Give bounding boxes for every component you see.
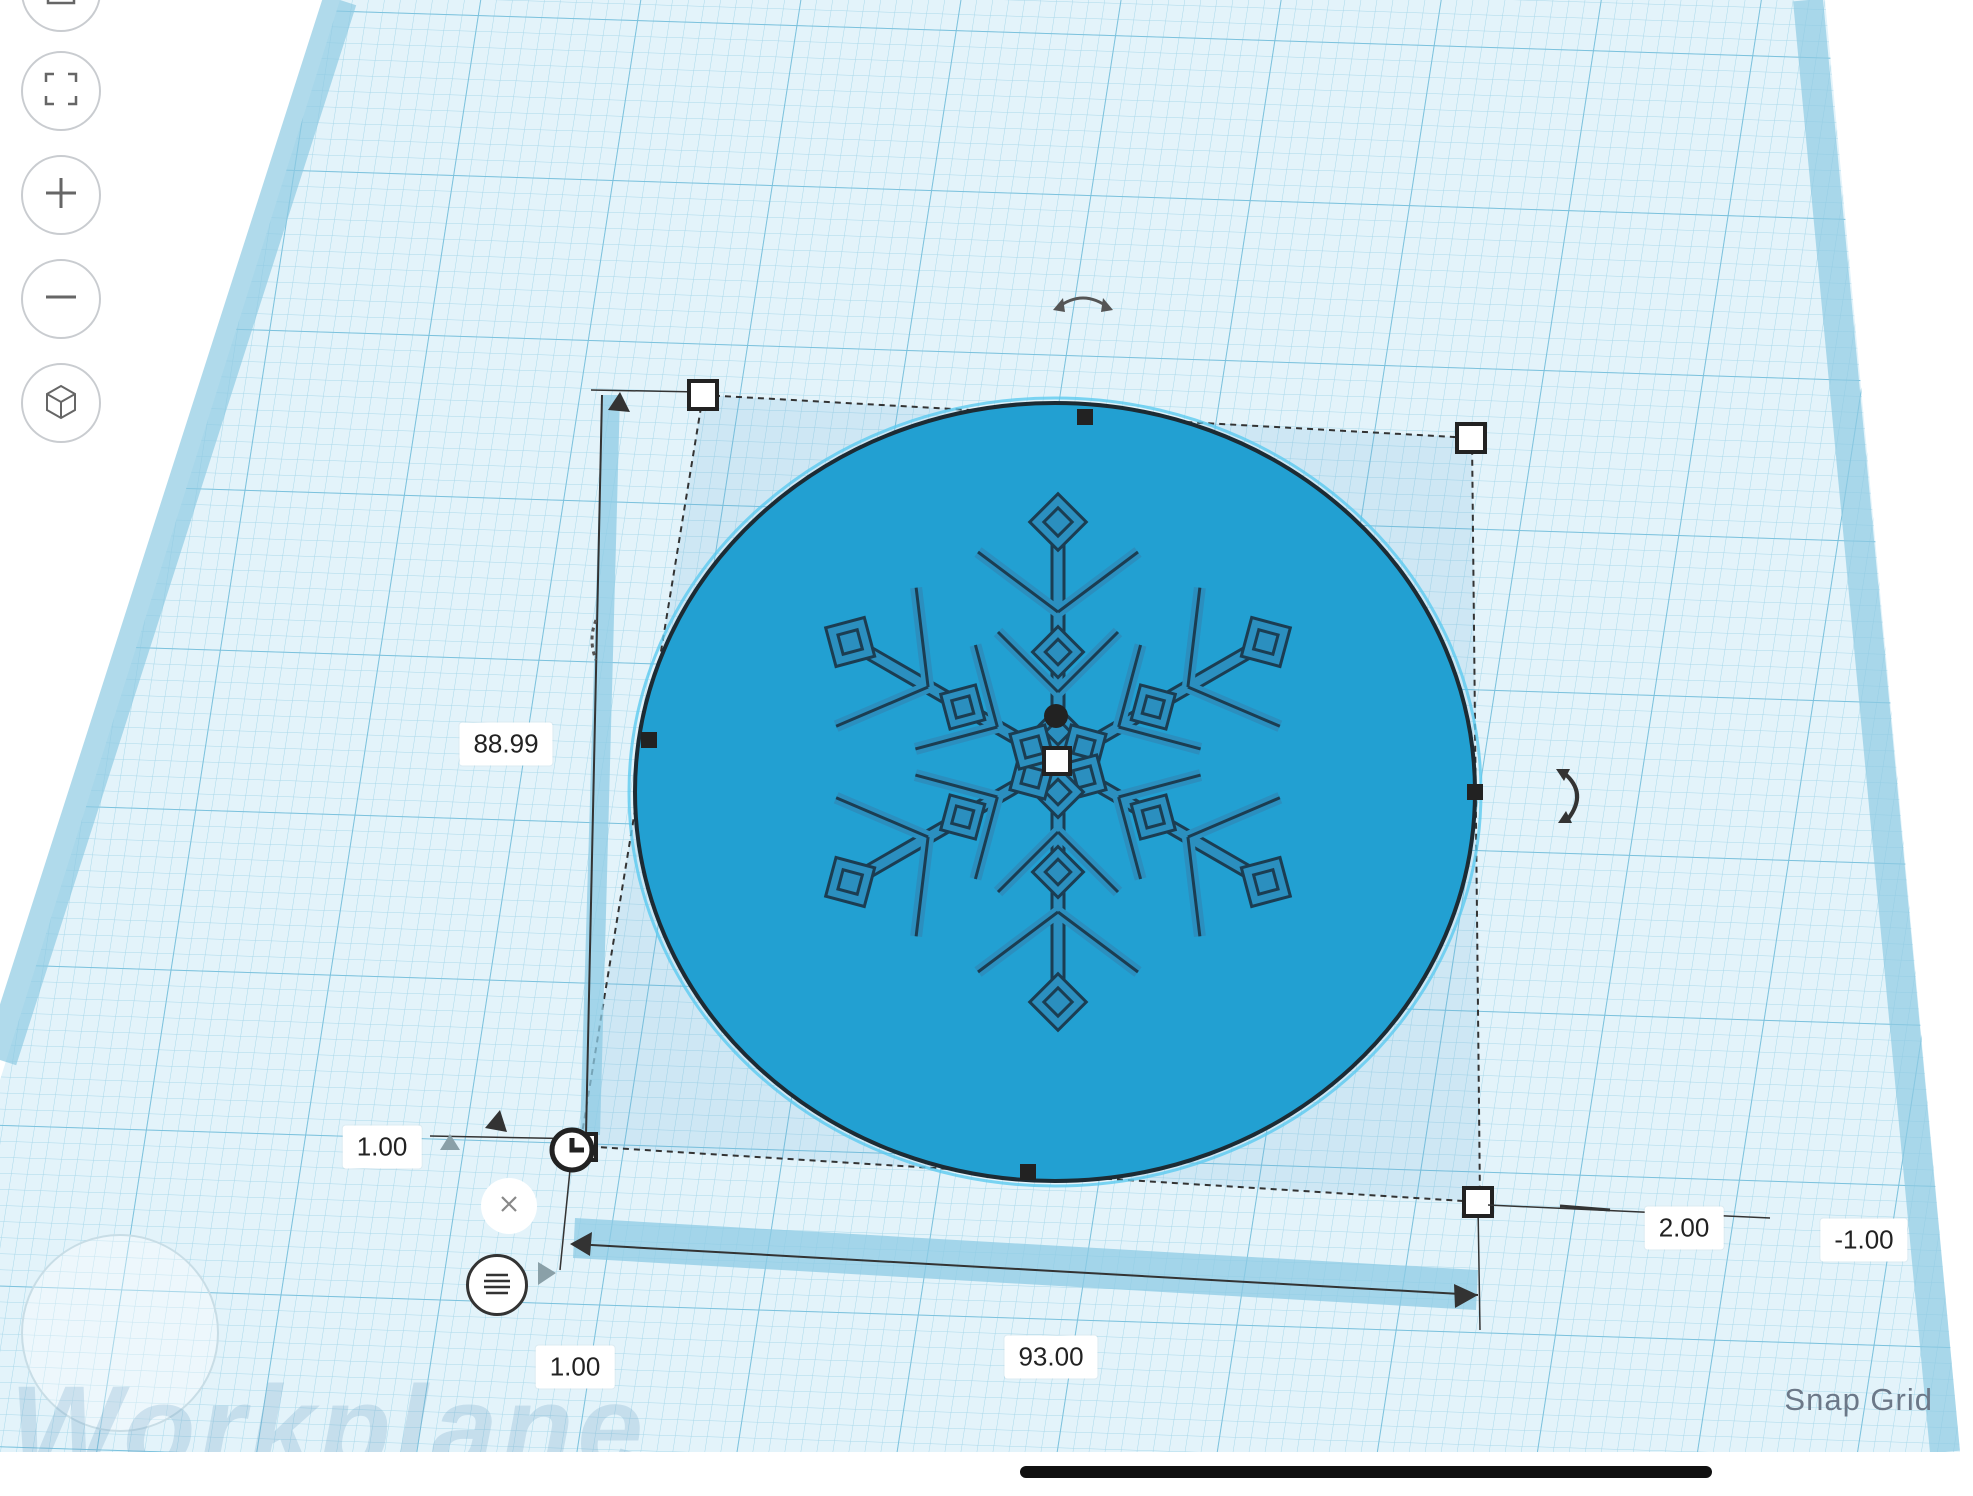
corner-handle-top-left[interactable]: [687, 379, 719, 411]
offset-x-label[interactable]: 1.00: [342, 1125, 422, 1169]
home-icon: [38, 0, 84, 18]
menu-button[interactable]: [466, 1254, 528, 1316]
home-indicator[interactable]: [1020, 1466, 1712, 1478]
edge-handle-right[interactable]: [1467, 784, 1483, 800]
corner-handle-bottom-right[interactable]: [1462, 1186, 1494, 1218]
snap-origin-icon[interactable]: [549, 1127, 595, 1173]
offset-y-label[interactable]: 1.00: [535, 1345, 615, 1389]
close-selection-button[interactable]: [481, 1178, 537, 1234]
height-handle[interactable]: [1044, 704, 1068, 728]
minus-icon: [38, 274, 84, 325]
center-handle[interactable]: [1042, 746, 1072, 776]
menu-icon: [480, 1266, 514, 1305]
view-orbit-ring[interactable]: [21, 1234, 219, 1432]
perspective-toggle-button[interactable]: [21, 363, 101, 443]
corner-handle-top-right[interactable]: [1455, 422, 1487, 454]
width-label[interactable]: 93.00: [1004, 1335, 1098, 1379]
close-icon: [497, 1192, 521, 1221]
workplane-canvas[interactable]: [0, 0, 1973, 1494]
height-label[interactable]: 2.00: [1644, 1206, 1724, 1250]
edge-handle-top[interactable]: [1077, 409, 1093, 425]
fit-all-icon: [38, 66, 84, 117]
zoom-out-button[interactable]: [21, 259, 101, 339]
edge-handle-bottom[interactable]: [1020, 1164, 1036, 1180]
edge-handle-left[interactable]: [641, 732, 657, 748]
zoom-in-button[interactable]: [21, 155, 101, 235]
elevation-label[interactable]: -1.00: [1820, 1218, 1908, 1262]
plus-icon: [38, 170, 84, 221]
snap-grid-label[interactable]: Snap Grid: [1784, 1382, 1933, 1418]
length-label[interactable]: 88.99: [459, 722, 553, 766]
cube-icon: [38, 378, 84, 429]
fit-all-button[interactable]: [21, 51, 101, 131]
